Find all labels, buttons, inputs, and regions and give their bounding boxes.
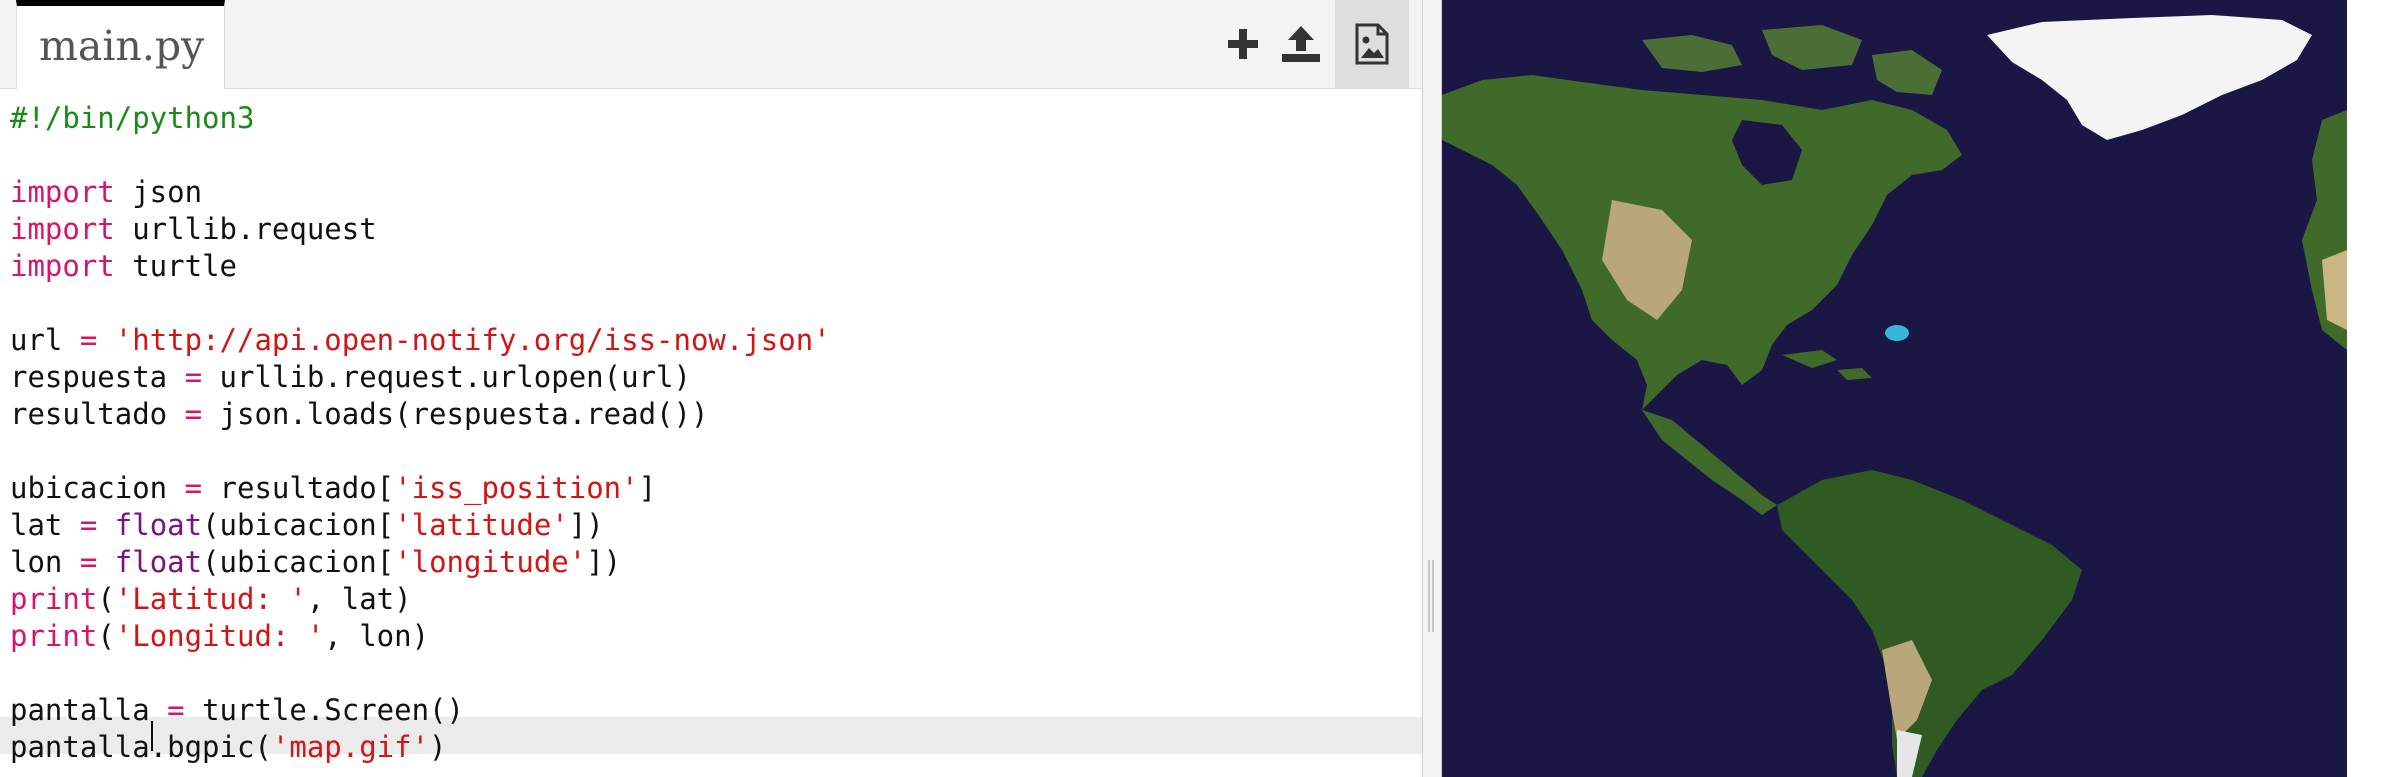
code-token: json <box>114 175 203 209</box>
pane-splitter[interactable] <box>1422 0 1442 777</box>
code-token: ( <box>97 582 115 616</box>
code-line: url = 'http://api.open-notify.org/iss-no… <box>10 322 831 359</box>
code-token: , lat) <box>306 582 412 616</box>
code-token: ] <box>638 471 657 505</box>
code-line: lon = float(ubicacion['longitude']) <box>10 544 621 581</box>
code-token: 'iss_position' <box>394 471 639 505</box>
code-editor-panel: main.py #!/bin/python3 import json impor… <box>0 0 1422 777</box>
code-line: respuesta = urllib.request.urlopen(url) <box>10 359 691 396</box>
output-scroll-strip <box>2347 0 2383 777</box>
code-token: import <box>10 249 115 283</box>
code-token: json.loads(respuesta.read()) <box>202 397 709 431</box>
code-token: 'map.gif' <box>271 730 430 764</box>
plus-icon <box>1228 29 1258 59</box>
code-token: float <box>114 545 203 579</box>
code-token: print <box>10 619 98 653</box>
upload-icon <box>1282 26 1320 62</box>
code-line: ubicacion = resultado['iss_position'] <box>10 470 656 507</box>
output-panel <box>1442 0 2347 777</box>
code-line: print('Latitud: ', lat) <box>10 581 412 618</box>
code-token: import <box>10 175 115 209</box>
image-file-icon <box>1355 23 1389 65</box>
code-token: 'latitude' <box>394 508 569 542</box>
code-token: 'Longitud: ' <box>114 619 325 653</box>
code-token: print <box>10 582 98 616</box>
code-token: turtle.Screen() <box>184 693 464 727</box>
splitter-grip-icon <box>1428 560 1436 632</box>
code-token: = <box>184 471 203 505</box>
code-token: lon <box>10 545 80 579</box>
code-token: = <box>79 323 98 357</box>
code-line: #!/bin/python3 <box>10 100 254 137</box>
add-file-button[interactable] <box>1214 0 1272 88</box>
tab-label: main.py <box>39 22 205 70</box>
code-token: ubicacion <box>10 471 185 505</box>
code-line: lat = float(ubicacion['latitude']) <box>10 507 604 544</box>
code-token: resultado[ <box>202 471 395 505</box>
code-token: ]) <box>568 508 604 542</box>
code-token: resultado <box>10 397 185 431</box>
code-token: (ubicacion[ <box>202 508 395 542</box>
code-token: , lon) <box>324 619 430 653</box>
upload-button[interactable] <box>1272 0 1330 88</box>
code-line: import turtle <box>10 248 237 285</box>
code-line: pantalla = turtle.Screen() <box>10 692 464 729</box>
code-token: = <box>79 545 98 579</box>
text-cursor <box>151 721 153 751</box>
code-line: print('Longitud: ', lon) <box>10 618 429 655</box>
editor-tab-bar: main.py <box>0 0 1422 89</box>
code-token: = <box>167 693 185 727</box>
code-token: pantalla.bgpic( <box>10 730 272 764</box>
code-token: respuesta <box>10 360 185 394</box>
code-line: import urllib.request <box>10 211 377 248</box>
code-area[interactable]: #!/bin/python3 import json import urllib.r… <box>0 89 1422 777</box>
code-token: ) <box>429 730 447 764</box>
world-map-image <box>1442 0 2347 777</box>
code-token: = <box>184 397 203 431</box>
code-token: url <box>10 323 80 357</box>
code-line: pantalla.bgpic('map.gif') <box>10 729 447 766</box>
code-token: urllib.request.urlopen(url) <box>202 360 691 394</box>
code-token: = <box>184 360 203 394</box>
code-line: import json <box>10 174 202 211</box>
code-token: (ubicacion[ <box>202 545 395 579</box>
code-token: = <box>79 508 98 542</box>
code-token: ]) <box>586 545 622 579</box>
code-token: 'longitude' <box>394 545 587 579</box>
code-token: float <box>114 508 203 542</box>
code-token: ( <box>97 619 115 653</box>
code-token: lat <box>10 508 80 542</box>
code-line: resultado = json.loads(respuesta.read()) <box>10 396 708 433</box>
tab-main-py[interactable]: main.py <box>16 0 225 89</box>
code-token: import <box>10 212 115 246</box>
code-token: turtle <box>114 249 237 283</box>
code-token: 'Latitud: ' <box>114 582 307 616</box>
code-token: 'http://api.open-notify.org/iss-now.json… <box>114 323 831 357</box>
code-token: urllib.request <box>114 212 377 246</box>
image-button[interactable] <box>1335 0 1409 88</box>
code-token: pantalla <box>10 693 168 727</box>
code-token: #!/bin/python3 <box>10 101 255 135</box>
